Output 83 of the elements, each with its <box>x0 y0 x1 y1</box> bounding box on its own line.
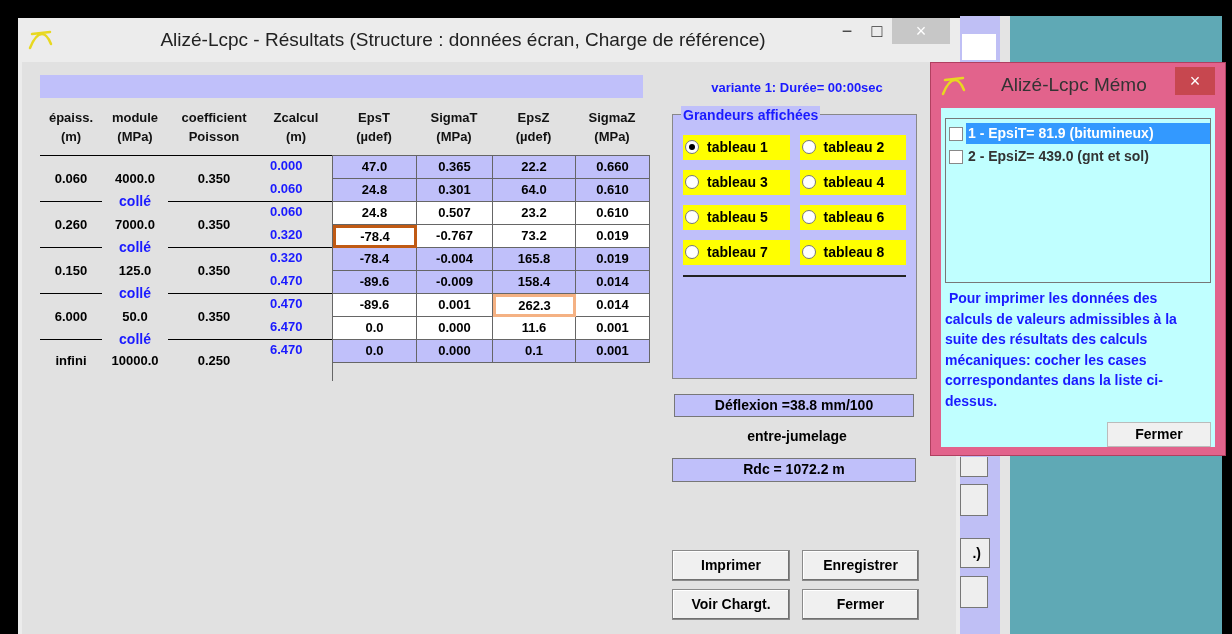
interface-label: collé <box>118 285 152 301</box>
side-button[interactable] <box>960 576 988 608</box>
table-cell: -78.4 <box>333 225 417 248</box>
window-title: Alizé-Lcpc Mémo <box>1001 73 1147 98</box>
memo-list-item[interactable]: 2 - EpsiZ= 439.0 (gnt et sol) <box>946 145 1210 168</box>
radio-button[interactable] <box>801 245 816 259</box>
minimize-button[interactable]: − <box>832 18 862 44</box>
table-cell: 0.000 <box>417 340 493 363</box>
column-header: SigmaZ (MPa) <box>587 109 637 146</box>
depth-value: 0.320 <box>270 226 303 242</box>
logo-icon <box>941 75 967 96</box>
interface-label: collé <box>118 239 152 255</box>
dialog-button[interactable]: Imprimer <box>672 549 790 581</box>
table-cell: 0.1 <box>493 340 576 363</box>
side-button[interactable] <box>960 457 988 477</box>
radio-button[interactable] <box>685 245 699 259</box>
radio-option[interactable]: tableau 2 <box>799 134 906 160</box>
thickness-value: 0.150 <box>54 261 88 280</box>
thickness-value: infini <box>55 351 87 370</box>
dialog-button[interactable]: Voir Chargt. <box>672 588 790 620</box>
column-header: coefficient Poisson <box>180 109 248 146</box>
maximize-button[interactable]: □ <box>862 18 892 44</box>
poisson-value: 0.250 <box>197 351 231 370</box>
radio-button[interactable] <box>801 175 816 189</box>
window-title: Alizé-Lcpc - Résultats (Structure : données écran, Charge de référence) <box>159 27 767 52</box>
column-header: EpsT (µdef) <box>355 109 393 146</box>
depth-value: 0.470 <box>270 272 303 288</box>
radio-button[interactable] <box>685 210 699 224</box>
depth-value: 6.470 <box>270 318 303 334</box>
dialog-button[interactable]: Fermer <box>802 588 919 620</box>
depth-value: 0.320 <box>270 250 303 265</box>
column-header: épaiss. (m) <box>47 109 95 146</box>
interface-label: collé <box>118 331 152 347</box>
table-cell: 24.8 <box>333 202 417 225</box>
column-header: module (MPa) <box>110 109 160 146</box>
thickness-value: 0.260 <box>54 215 88 234</box>
depth-value: 0.060 <box>270 180 303 196</box>
modulus-value: 125.0 <box>118 262 152 281</box>
radio-option[interactable]: tableau 5 <box>683 204 790 230</box>
close-button[interactable]: × <box>1175 67 1215 95</box>
table-cell: 0.001 <box>576 340 650 363</box>
poisson-value: 0.350 <box>197 215 231 234</box>
thickness-value: 6.000 <box>54 307 88 326</box>
depth-value: 0.000 <box>270 158 303 173</box>
radio-button[interactable] <box>801 210 816 224</box>
variant-label: variante 1: Durée= 00:00sec <box>710 79 884 97</box>
column-header: EpsZ (µdef) <box>514 109 553 146</box>
depth-value: 0.060 <box>270 204 303 219</box>
radio-option[interactable]: tableau 8 <box>799 239 906 265</box>
radio-button[interactable] <box>685 175 699 189</box>
table-cell: 0.0 <box>333 340 417 363</box>
modulus-value: 10000.0 <box>111 351 159 370</box>
dialog-button[interactable]: Enregistrer <box>802 549 919 581</box>
close-memo-button[interactable]: Fermer <box>1107 422 1211 447</box>
radio-option[interactable]: tableau 6 <box>799 204 906 230</box>
table-cell: 158.4 <box>493 271 576 294</box>
poisson-value: 0.350 <box>197 261 231 280</box>
modulus-value: 50.0 <box>122 308 148 327</box>
deflection-field: Déflexion =38.8 mm/100 <box>674 393 914 417</box>
radio-button[interactable] <box>685 140 699 154</box>
radio-option[interactable]: tableau 7 <box>683 239 790 265</box>
radio-option[interactable]: tableau 4 <box>799 169 906 195</box>
rdc-field: Rdc = 1072.2 m <box>672 457 916 482</box>
side-button[interactable] <box>960 484 988 516</box>
modulus-value: 4000.0 <box>115 170 155 189</box>
radio-option[interactable]: tableau 3 <box>683 169 790 195</box>
thickness-value: 0.060 <box>54 169 88 188</box>
mode-label: entre-jumelage <box>746 426 848 446</box>
text-field[interactable] <box>962 34 996 60</box>
interface-label: collé <box>118 193 152 209</box>
radio-option[interactable]: tableau 1 <box>683 134 790 160</box>
poisson-value: 0.350 <box>197 169 231 188</box>
radio-button[interactable] <box>801 140 816 154</box>
depth-value: 0.470 <box>270 296 303 311</box>
column-header: Zcalcul (m) <box>272 109 320 146</box>
column-header: SigmaT (MPa) <box>429 109 479 146</box>
table-cell: 262.3 <box>493 294 576 317</box>
modulus-value: 7000.0 <box>115 216 155 235</box>
side-button[interactable]: .) <box>960 538 990 568</box>
memo-note: Pour imprimer les données des calculs de valeurs admissibles à la suite des résultats des calculs mécaniques: cocher les cases correspondantes dans la liste ci-dessus. <box>945 289 1178 411</box>
logo-icon <box>28 30 54 50</box>
depth-value: 6.470 <box>270 342 303 357</box>
poisson-value: 0.350 <box>197 307 231 326</box>
